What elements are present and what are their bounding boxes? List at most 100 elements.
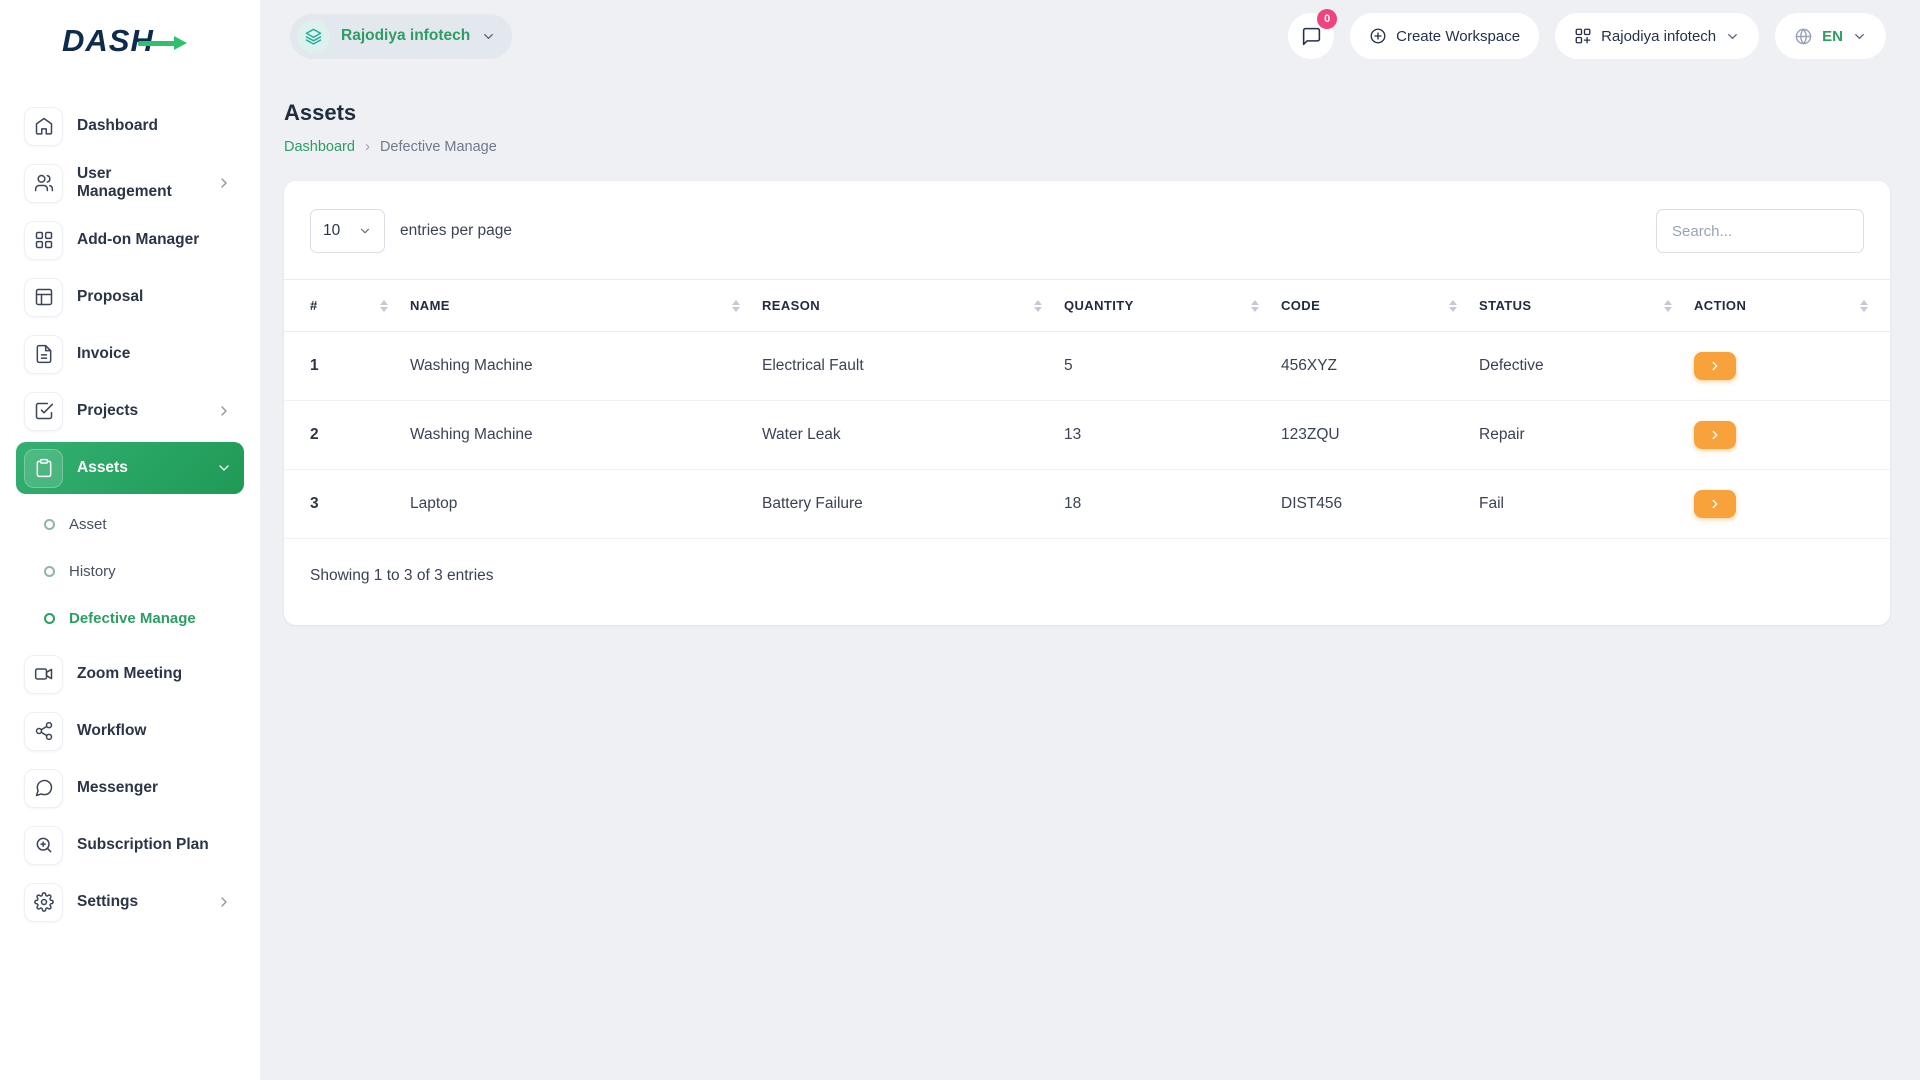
entries-per-page-value: 10 — [323, 222, 341, 239]
column-header-quantity: QUANTITY — [1064, 279, 1281, 332]
sidebar-subitem-label: Defective Manage — [69, 610, 196, 627]
sidebar-item-invoice[interactable]: Invoice — [16, 328, 244, 380]
sidebar-item-assets[interactable]: Assets — [16, 442, 244, 494]
row-index: 2 — [284, 400, 410, 470]
zoom-in-icon — [24, 825, 63, 865]
sidebar-item-user-management[interactable]: User Management — [16, 157, 244, 209]
sort-icon[interactable] — [1449, 299, 1457, 312]
create-workspace-label: Create Workspace — [1396, 27, 1521, 45]
cell-name: Washing Machine — [410, 331, 762, 401]
sidebar-item-messenger[interactable]: Messenger — [16, 762, 244, 814]
workspace-dropdown[interactable]: Rajodiya infotech — [1555, 13, 1760, 59]
column-header-name: NAME — [410, 279, 762, 332]
sidebar-subitem-defective-manage[interactable]: Defective Manage — [16, 595, 244, 642]
language-selector[interactable]: EN — [1775, 13, 1886, 59]
cell-code: 123ZQU — [1281, 400, 1479, 470]
table-header-row: # NAME REASON QUANTITY CODE STATUS ACTIO… — [284, 279, 1890, 332]
globe-icon — [1794, 27, 1813, 46]
chevron-down-icon — [216, 460, 232, 476]
file-text-icon — [24, 334, 63, 374]
sidebar-item-label: Messenger — [77, 779, 158, 796]
sidebar-item-workflow[interactable]: Workflow — [16, 705, 244, 757]
chevron-down-icon — [1852, 29, 1867, 44]
sidebar-item-label: Settings — [77, 893, 139, 910]
sidebar-subitem-label: History — [69, 563, 116, 580]
search-input[interactable] — [1656, 209, 1864, 253]
sort-icon[interactable] — [1664, 299, 1672, 312]
workspace-grid-plus-icon — [1574, 27, 1592, 45]
workspace-pill-label: Rajodiya infotech — [341, 27, 471, 44]
plus-circle-icon — [1369, 27, 1387, 45]
breadcrumb: Dashboard › Defective Manage — [284, 138, 1890, 155]
cell-reason: Water Leak — [762, 400, 1064, 470]
cell-code: 456XYZ — [1281, 331, 1479, 401]
column-header-status: STATUS — [1479, 279, 1694, 332]
cell-code: DIST456 — [1281, 469, 1479, 539]
cell-action — [1694, 469, 1890, 539]
sidebar-item-projects[interactable]: Projects — [16, 385, 244, 437]
entries-per-page-select[interactable]: 10 — [310, 209, 385, 253]
sidebar-subitem-asset[interactable]: Asset — [16, 501, 244, 548]
sidebar-menu: Dashboard User Management Add-on Manager… — [0, 82, 260, 928]
cell-action — [1694, 400, 1890, 470]
chevron-right-icon — [216, 894, 232, 910]
circle-icon — [44, 613, 55, 624]
sidebar: DASH Dashboard User Management Add-on Ma… — [0, 0, 260, 1080]
defective-assets-table: # NAME REASON QUANTITY CODE STATUS ACTIO… — [284, 279, 1890, 539]
row-action-button[interactable] — [1694, 352, 1736, 380]
chat-bubble-icon — [1302, 27, 1320, 45]
sidebar-item-label: Workflow — [77, 722, 147, 739]
breadcrumb-dashboard-link[interactable]: Dashboard — [284, 139, 355, 155]
assets-submenu: Asset History Defective Manage — [16, 499, 244, 648]
sidebar-item-zoom-meeting[interactable]: Zoom Meeting — [16, 648, 244, 700]
sidebar-item-label: Zoom Meeting — [77, 665, 183, 682]
share-icon — [24, 711, 63, 751]
table-controls: 10 entries per page — [284, 209, 1890, 253]
grid-icon — [24, 220, 63, 260]
sidebar-item-label: Dashboard — [77, 117, 158, 134]
video-icon — [24, 654, 63, 694]
circle-icon — [44, 566, 55, 577]
sidebar-item-label: User Management — [77, 165, 172, 200]
main-content: Assets Dashboard › Defective Manage 10 e… — [284, 0, 1890, 625]
sidebar-item-addon-manager[interactable]: Add-on Manager — [16, 214, 244, 266]
topbar: Rajodiya infotech 0 Create Workspace Raj… — [260, 0, 1920, 72]
message-circle-icon — [24, 768, 63, 808]
sort-icon[interactable] — [1860, 299, 1868, 312]
sidebar-item-settings[interactable]: Settings — [16, 876, 244, 928]
cell-status: Repair — [1479, 400, 1694, 470]
sidebar-item-label: Invoice — [77, 345, 131, 362]
sort-icon[interactable] — [380, 299, 388, 312]
row-index: 1 — [284, 331, 410, 401]
sidebar-item-proposal[interactable]: Proposal — [16, 271, 244, 323]
chevron-down-icon — [481, 29, 496, 44]
sidebar-subitem-history[interactable]: History — [16, 548, 244, 595]
sort-icon[interactable] — [732, 299, 740, 312]
sidebar-item-dashboard[interactable]: Dashboard — [16, 100, 244, 152]
chevron-right-icon: › — [364, 138, 370, 155]
sidebar-item-subscription-plan[interactable]: Subscription Plan — [16, 819, 244, 871]
chevron-right-icon — [216, 403, 232, 419]
cell-status: Defective — [1479, 331, 1694, 401]
row-action-button[interactable] — [1694, 421, 1736, 449]
cell-name: Washing Machine — [410, 400, 762, 470]
table-row: 2 Washing Machine Water Leak 13 123ZQU R… — [284, 400, 1890, 470]
sort-icon[interactable] — [1034, 299, 1042, 312]
cell-action — [1694, 331, 1890, 401]
breadcrumb-current: Defective Manage — [379, 138, 497, 155]
row-action-button[interactable] — [1694, 490, 1736, 518]
cell-quantity: 18 — [1064, 469, 1281, 539]
app-logo[interactable]: DASH — [0, 0, 260, 82]
cell-status: Fail — [1479, 469, 1694, 539]
sort-icon[interactable] — [1251, 299, 1259, 312]
workspace-switcher-pill[interactable]: Rajodiya infotech — [290, 13, 513, 59]
messages-button[interactable]: 0 — [1288, 9, 1338, 59]
home-icon — [24, 106, 63, 146]
column-header-index: # — [284, 279, 410, 332]
sidebar-item-label: Assets — [77, 459, 128, 476]
table-row: 3 Laptop Battery Failure 18 DIST456 Fail — [284, 469, 1890, 539]
create-workspace-button[interactable]: Create Workspace — [1350, 13, 1540, 59]
column-header-code: CODE — [1281, 279, 1479, 332]
chevron-down-icon — [358, 224, 372, 238]
cell-quantity: 13 — [1064, 400, 1281, 470]
